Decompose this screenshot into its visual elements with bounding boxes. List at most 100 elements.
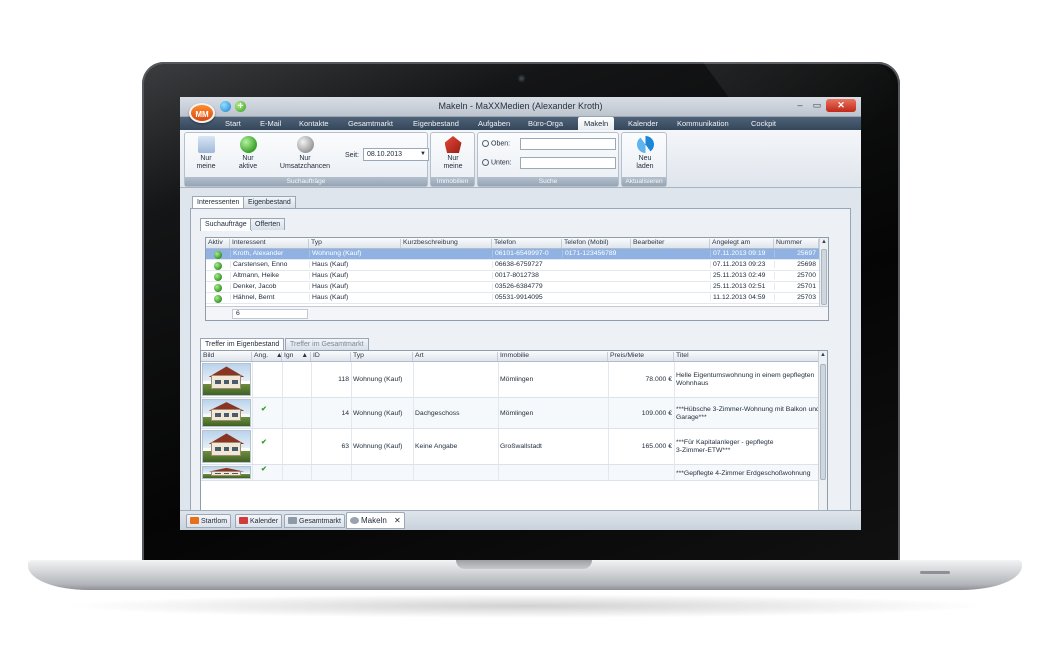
green-status-icon (239, 136, 257, 153)
column-divider (498, 398, 499, 428)
col-immobilie[interactable]: Immobilie (498, 352, 608, 361)
menu-buero-orga[interactable]: Büro-Orga (528, 119, 563, 128)
cell-nummer: 25697 (774, 250, 819, 257)
tab-treffer-gesamtmarkt[interactable]: Treffer im Gesamtmarkt (285, 338, 369, 350)
cell-id: 14 (341, 409, 349, 417)
cell-titel: Garage*** (676, 413, 707, 421)
doctab-kalender[interactable]: Kalender (235, 514, 283, 528)
tab-offerten[interactable]: Offerten (250, 218, 286, 230)
search-icon (482, 140, 489, 147)
doctab-gesamtmarkt[interactable]: Gesamtmarkt (284, 514, 346, 528)
col-telefon-mobil[interactable]: Telefon (Mobil) (562, 239, 631, 248)
column-divider (351, 398, 352, 428)
menu-email[interactable]: E-Mail (260, 119, 281, 128)
chevron-down-icon[interactable]: ▼ (420, 151, 426, 157)
menu-makeln[interactable]: Makeln (578, 117, 615, 130)
check-icon[interactable]: ✔ (261, 465, 267, 473)
scroll-up-icon[interactable]: ▲ (819, 352, 827, 361)
column-divider (413, 465, 414, 480)
col-interessent[interactable]: Interessent (230, 239, 309, 248)
table-row[interactable]: Hähnel, Bernt Haus (Kauf) 05531-9914095 11.… (206, 293, 820, 304)
nur-aktive-button[interactable]: Nur aktive (233, 136, 263, 171)
col-bild[interactable]: Bild (201, 352, 252, 361)
scroll-thumb[interactable] (820, 364, 826, 480)
calendar-icon (239, 517, 248, 524)
grid2-scrollbar[interactable]: ▲ ▼ (818, 351, 827, 530)
doctab-startlom[interactable]: Startlom (186, 514, 232, 528)
col-id[interactable]: ID (311, 352, 351, 361)
table-row[interactable]: Altmann, Heike Haus (Kauf) 0017-8012738 25.… (206, 271, 820, 282)
col-typ[interactable]: Typ (309, 239, 401, 248)
table-row[interactable]: 118 Wohnung (Kauf) Mömlingen 78.000 € Helle … (201, 362, 820, 398)
property-photo[interactable] (202, 399, 251, 427)
column-divider (498, 429, 499, 464)
unten-input[interactable] (520, 157, 616, 169)
umsatzchancen-button[interactable]: Nur Umsatzchancen (277, 136, 333, 171)
menu-kommunikation[interactable]: Kommunikation (677, 119, 729, 128)
grid1-count: 6 (232, 309, 308, 319)
table-row[interactable]: Denker, Jacob Haus (Kauf) 03526-6384779 25.… (206, 282, 820, 293)
seit-date-picker[interactable]: 08.10.2013 ▼ (363, 148, 429, 161)
minimize-button[interactable]: – (793, 99, 807, 112)
close-tab-icon[interactable]: ✕ (394, 516, 401, 525)
table-row[interactable]: ✔ ***Gepflegte 4-Zimmer Erdgeschoßwohnung (201, 465, 820, 481)
col-ang[interactable]: Ang. ▲ (252, 352, 282, 361)
cell-typ: Haus (Kauf) (309, 272, 401, 279)
col-angelegt-am[interactable]: Angelegt am (710, 239, 774, 248)
add-icon[interactable]: + (235, 101, 246, 112)
menu-kalender[interactable]: Kalender (628, 119, 658, 128)
globe-icon[interactable] (220, 101, 231, 112)
maximize-button[interactable]: ▭ (810, 99, 824, 112)
property-photo[interactable] (202, 430, 251, 463)
neu-laden-button[interactable]: Neu laden (628, 136, 662, 171)
table-row[interactable]: ✔ 14 Wohnung (Kauf) Dachgeschoss Mömlingen 10… (201, 398, 820, 429)
menu-eigenbestand[interactable]: Eigenbestand (413, 119, 459, 128)
scroll-up-icon[interactable]: ▲ (820, 239, 828, 248)
col-preis-miete[interactable]: Preis/Miete (608, 352, 674, 361)
table-row[interactable]: Carstensen, Enno Haus (Kauf) 06638-6759727… (206, 260, 820, 271)
col-typ[interactable]: Typ (351, 352, 413, 361)
nur-meine-button[interactable]: Nur meine (191, 136, 221, 171)
cell-immobilie: Mömlingen (500, 409, 534, 417)
check-icon[interactable]: ✔ (261, 438, 267, 446)
column-divider (252, 429, 253, 464)
tab-eigenbestand[interactable]: Eigenbestand (243, 196, 296, 208)
nur-aktive-label-1: Nur (242, 155, 254, 162)
menu-aufgaben[interactable]: Aufgaben (478, 119, 510, 128)
table-row[interactable]: ✔ 63 Wohnung (Kauf) Keine Angabe Großwallsta… (201, 429, 820, 465)
oben-input[interactable] (520, 138, 616, 150)
property-photo[interactable] (202, 466, 251, 479)
menu-kontakte[interactable]: Kontakte (299, 119, 329, 128)
property-photo[interactable] (202, 363, 251, 396)
menu-gesamtmarkt[interactable]: Gesamtmarkt (348, 119, 393, 128)
app-logo[interactable]: MM (189, 103, 215, 123)
col-nummer[interactable]: Nummer (774, 239, 819, 248)
cell-nummer: 25700 (774, 272, 819, 279)
menu-start[interactable]: Start (225, 119, 241, 128)
col-kurzbeschreibung[interactable]: Kurzbeschreibung (401, 239, 492, 248)
group-suche: Oben: Unten: Suche (477, 132, 619, 187)
cell-angelegt: 07.11.2013 09:19 (710, 250, 774, 257)
col-ign[interactable]: Ign ▲ (282, 352, 311, 361)
application-window: Makeln - MaXXMedien (Alexander Kroth) + … (180, 97, 861, 530)
column-divider (282, 398, 283, 428)
tab-suchauftraege[interactable]: Suchaufträge (200, 218, 252, 231)
col-telefon[interactable]: Telefon (492, 239, 562, 248)
doctab-makeln[interactable]: Makeln ✕ (346, 512, 405, 529)
table-row[interactable]: Kroth, Alexander Wohnung (Kauf) 06101-6549… (206, 249, 820, 260)
oben-label: Oben: (491, 140, 511, 148)
immobilien-nur-meine-button[interactable]: Nur meine (437, 136, 469, 171)
col-aktiv[interactable]: Aktiv (206, 239, 230, 248)
menu-cockpit[interactable]: Cockpit (751, 119, 776, 128)
laptop-shadow (60, 594, 990, 618)
col-titel[interactable]: Titel (674, 352, 820, 361)
column-divider (252, 362, 253, 397)
column-divider (674, 362, 675, 397)
cell-art: Dachgeschoss (415, 409, 460, 417)
check-icon[interactable]: ✔ (261, 405, 267, 413)
col-bearbeiter[interactable]: Bearbeiter (631, 239, 710, 248)
cell-name: Hähnel, Bernt (230, 294, 309, 301)
scroll-thumb[interactable] (821, 249, 827, 305)
col-art[interactable]: Art (413, 352, 498, 361)
close-button[interactable]: ✕ (826, 99, 856, 112)
